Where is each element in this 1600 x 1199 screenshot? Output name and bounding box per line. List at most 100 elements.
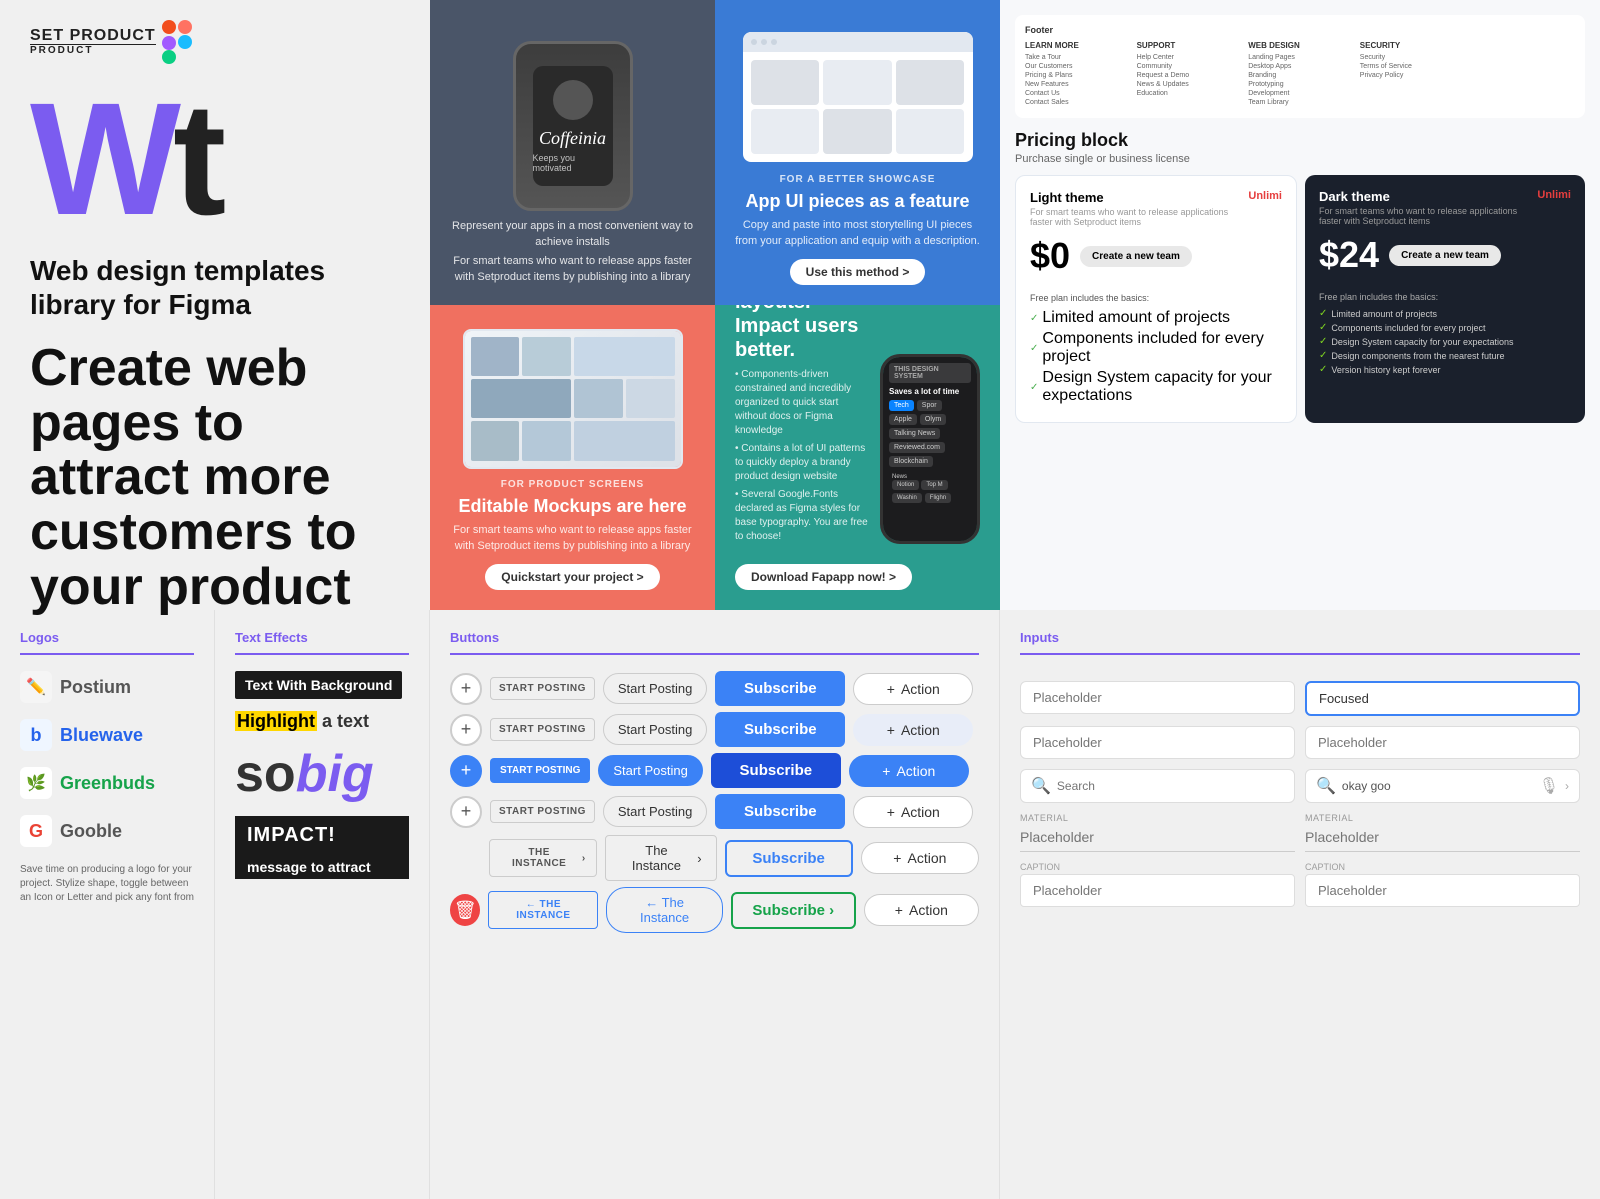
subscribe-outline-5[interactable]: Subscribe — [725, 840, 853, 877]
light-create-btn[interactable]: Create a new team — [1080, 246, 1192, 267]
footer-section-label: Footer — [1025, 25, 1575, 35]
dark-unlimited: Unlimi — [1537, 189, 1571, 201]
subscribe-dark-3[interactable]: Subscribe — [711, 753, 841, 788]
input-focused-1 — [1305, 681, 1580, 716]
download-fapapp-button[interactable]: Download Fapapp now! > — [735, 564, 912, 590]
wt-letters: W t — [30, 79, 400, 239]
dark-theme-desc: For smart teams who want to release appl… — [1319, 206, 1537, 226]
action-outline-4[interactable]: + Action — [853, 796, 973, 828]
bottom-section: Logos ✏️ Postium b Bluewave 🌿 Greenbuds … — [0, 610, 1600, 1199]
dark-create-btn[interactable]: Create a new team — [1389, 245, 1501, 266]
logo-greenbuds: 🌿 Greenbuds — [20, 767, 194, 799]
trash-btn-6[interactable]: 🗑 — [450, 894, 480, 926]
action-light-2[interactable]: + Action — [853, 714, 973, 746]
start-posting-ghost-1[interactable]: Start Posting — [603, 673, 707, 704]
plus-small-icon: + — [887, 681, 895, 697]
wt-w: W — [30, 79, 173, 239]
logo-postium: ✏️ Postium — [20, 671, 194, 703]
material-input-2: MATERIAL — [1305, 813, 1580, 852]
card1-desc: For smart teams who want to release apps… — [450, 254, 695, 285]
caption-label-2: Caption — [1305, 862, 1580, 872]
plus-small-icon-4: + — [887, 804, 895, 820]
start-posting-outline-2[interactable]: START POSTING — [490, 718, 595, 741]
dark-price: $24 — [1319, 234, 1379, 276]
plus-btn-1[interactable]: + — [450, 673, 482, 705]
subscribe-solid-2[interactable]: Subscribe — [715, 712, 845, 747]
subscribe-green-6[interactable]: Subscribe › — [731, 892, 856, 929]
logo-bluewave: b Bluewave — [20, 719, 194, 751]
inputs-divider — [1020, 653, 1580, 655]
instance-ghost-5[interactable]: The Instance › — [605, 835, 717, 881]
action-outline-6[interactable]: + Action — [864, 894, 979, 926]
gooble-name: Gooble — [60, 821, 122, 842]
instance-blue-outline-6[interactable]: ← THE INSTANCE — [488, 891, 598, 929]
te-big-text: big — [296, 744, 374, 804]
start-posting-outline-1[interactable]: START POSTING — [490, 677, 595, 700]
use-this-method-button[interactable]: Use this method > — [790, 259, 926, 285]
search-input-filled[interactable] — [1342, 779, 1533, 793]
caption-field-2[interactable] — [1305, 874, 1580, 907]
input-search-empty[interactable]: 🔍 — [1020, 769, 1295, 803]
start-posting-filled-3[interactable]: Start Posting — [598, 755, 702, 786]
card3-label: FOR PRODUCT SCREENS — [501, 479, 644, 490]
subscribe-solid-1[interactable]: Subscribe — [715, 671, 845, 706]
start-posting-solid-3[interactable]: START POSTING — [490, 758, 590, 783]
action-outline-1[interactable]: + Action — [853, 673, 973, 705]
input-placeholder-2 — [1020, 726, 1295, 759]
card2-label: FOR A BETTER SHOWCASE — [780, 174, 936, 185]
instance-arrow-ghost-6[interactable]: ← The Instance — [606, 887, 723, 933]
text-effects-divider — [235, 653, 409, 655]
pricing-dark-card: Dark theme For smart teams who want to r… — [1305, 175, 1585, 423]
te-impact-sub: message to attract — [235, 855, 409, 879]
plus-small-icon-6: + — [895, 902, 903, 918]
instance-outline-5[interactable]: THE INSTANCE › — [489, 839, 596, 877]
plus-small-icon-2: + — [887, 722, 895, 738]
start-posting-ghost-4[interactable]: Start Posting — [603, 796, 707, 827]
logos-column: Logos ✏️ Postium b Bluewave 🌿 Greenbuds … — [0, 610, 215, 1199]
card-app-ui: FOR A BETTER SHOWCASE App UI pieces as a… — [715, 0, 1000, 305]
dark-feature-4: Design components from the nearest futur… — [1331, 351, 1504, 361]
subscribe-solid-4[interactable]: Subscribe — [715, 794, 845, 829]
caption-field-1[interactable] — [1020, 874, 1295, 907]
caption-label-1: Caption — [1020, 862, 1295, 872]
te-so: so — [235, 744, 296, 804]
start-posting-outline-4[interactable]: START POSTING — [490, 800, 595, 823]
plus-small-icon-5: + — [893, 850, 901, 866]
wt-t: t — [173, 79, 222, 239]
caption-input-2: Caption — [1305, 862, 1580, 907]
buttons-title: Buttons — [450, 630, 979, 645]
light-feature-2: Components included for every project — [1042, 330, 1282, 366]
input-search-filled[interactable]: 🔍 🎙 › — [1305, 769, 1580, 803]
postium-name: Postium — [60, 677, 131, 698]
text-effects-column: Text Effects Text With Background Highli… — [215, 610, 430, 1199]
card4-title: Move nested objects. Create more layouts… — [735, 305, 870, 362]
button-row-1: + START POSTING Start Posting Subscribe … — [450, 671, 979, 706]
input-placeholder-1 — [1020, 681, 1295, 716]
dark-feature-2: Components included for every project — [1331, 323, 1485, 333]
big-headline: Create web pages to attract more custome… — [30, 341, 400, 614]
input-field-focused[interactable] — [1305, 681, 1580, 716]
plus-btn-blue-3[interactable]: + — [450, 755, 482, 787]
input-field-placeholder-1[interactable] — [1020, 681, 1295, 714]
plus-btn-2[interactable]: + — [450, 714, 482, 746]
quickstart-button[interactable]: Quickstart your project > — [485, 564, 659, 590]
card1-title: Represent your apps in a most convenient… — [450, 219, 695, 250]
search-icon: 🔍 — [1031, 776, 1051, 796]
input-field-placeholder-2[interactable] — [1020, 726, 1295, 759]
material-field-1[interactable] — [1020, 823, 1295, 852]
card3-title: Editable Mockups are here — [458, 496, 686, 518]
dark-feature-3: Design System capacity for your expectat… — [1331, 337, 1513, 347]
plus-btn-4[interactable]: + — [450, 796, 482, 828]
logos-caption: Save time on producing a logo for your p… — [20, 863, 194, 905]
start-posting-ghost-2[interactable]: Start Posting — [603, 714, 707, 745]
chevron-right-icon: › — [1565, 779, 1569, 793]
search-input-empty[interactable] — [1057, 779, 1284, 793]
button-row-4: + START POSTING Start Posting Subscribe … — [450, 794, 979, 829]
te-big-effect: so big — [235, 744, 409, 804]
action-blue-3[interactable]: + Action — [849, 755, 969, 787]
material-field-2[interactable] — [1305, 823, 1580, 852]
input-field-placeholder-3[interactable] — [1305, 726, 1580, 759]
right-panel: Footer LEARN MORE Take a Tour Our Custom… — [1000, 0, 1600, 610]
action-outline-5[interactable]: + Action — [861, 842, 979, 874]
dark-feature-1: Limited amount of projects — [1331, 309, 1437, 319]
